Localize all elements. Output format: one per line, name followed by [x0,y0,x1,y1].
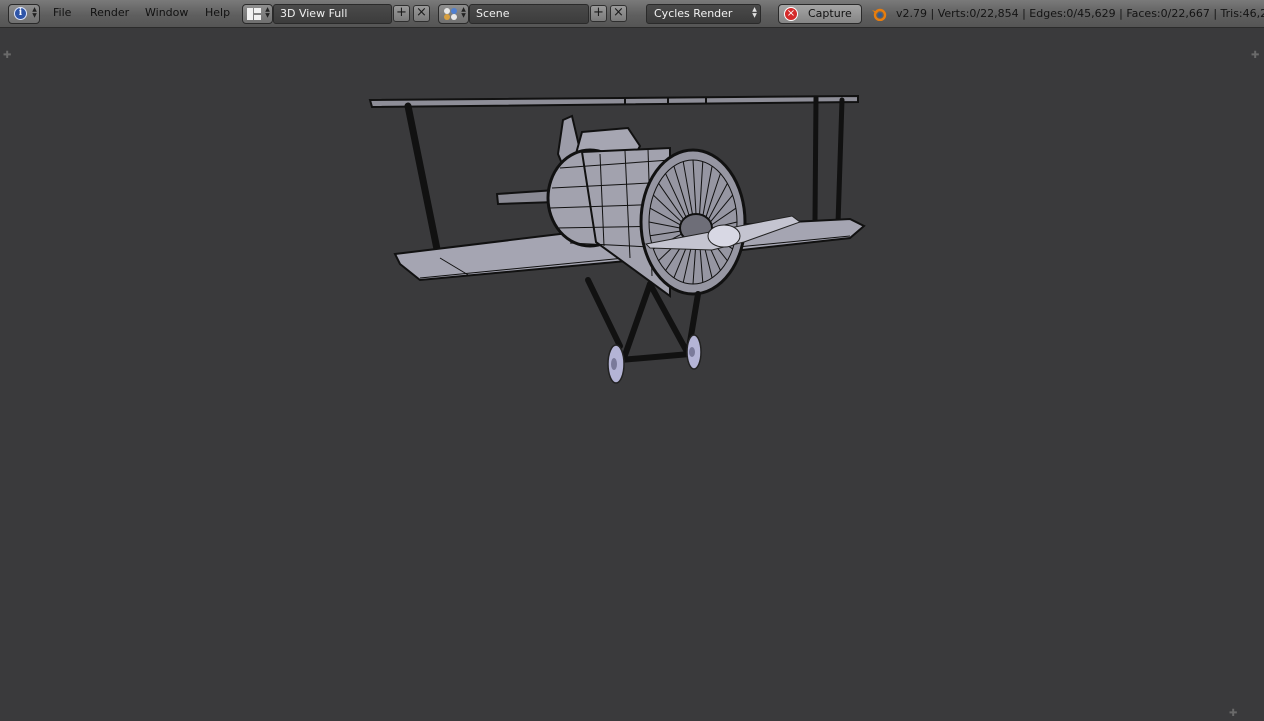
close-icon: × [613,5,624,20]
close-icon: × [416,5,427,20]
capture-label: Capture [808,7,852,20]
3d-viewport[interactable]: ✚ ✚ ✚ [0,28,1264,721]
updown-arrows-icon: ▲ ▼ [461,6,466,19]
screen-layout-icon [247,8,261,20]
render-engine-select[interactable]: Cycles Render ▲ ▼ [646,4,761,24]
scene-field[interactable]: Scene [469,4,589,24]
screen-layout-browse-button[interactable]: ▲ ▼ [242,4,273,24]
menu-render[interactable]: Render [90,6,129,19]
updown-arrows-icon: ▲ ▼ [32,6,37,19]
blender-logo-icon [872,8,887,21]
delete-scene-button[interactable]: × [610,5,627,22]
add-scene-button[interactable]: + [590,5,607,22]
menu-window[interactable]: Window [145,6,188,19]
capture-button[interactable]: × Capture [778,4,862,24]
menu-help[interactable]: Help [205,6,230,19]
menu-file[interactable]: File [53,6,71,19]
render-engine-value: Cycles Render [654,7,733,20]
biplane-model[interactable] [0,28,1264,721]
scene-icon [444,8,457,20]
screen-layout-field[interactable]: 3D View Full [273,4,392,24]
info-icon: i [14,7,27,20]
upper-wing [368,94,859,109]
delete-screen-button[interactable]: × [413,5,430,22]
engine-cowling [639,148,747,296]
updown-arrows-icon: ▲ ▼ [752,6,757,19]
scene-statistics: v2.79 | Verts:0/22,854 | Edges:0/45,629 … [896,7,1264,20]
top-header: i ▲ ▼ File Render Window Help ▲ ▼ 3D View … [0,0,1264,37]
scene-browse-button[interactable]: ▲ ▼ [438,4,469,24]
updown-arrows-icon: ▲ ▼ [265,6,270,19]
plus-icon: + [593,5,604,20]
stop-capture-icon: × [784,7,798,21]
add-screen-button[interactable]: + [393,5,410,22]
plus-icon: + [396,5,407,20]
editor-type-button[interactable]: i ▲ ▼ [8,4,40,24]
